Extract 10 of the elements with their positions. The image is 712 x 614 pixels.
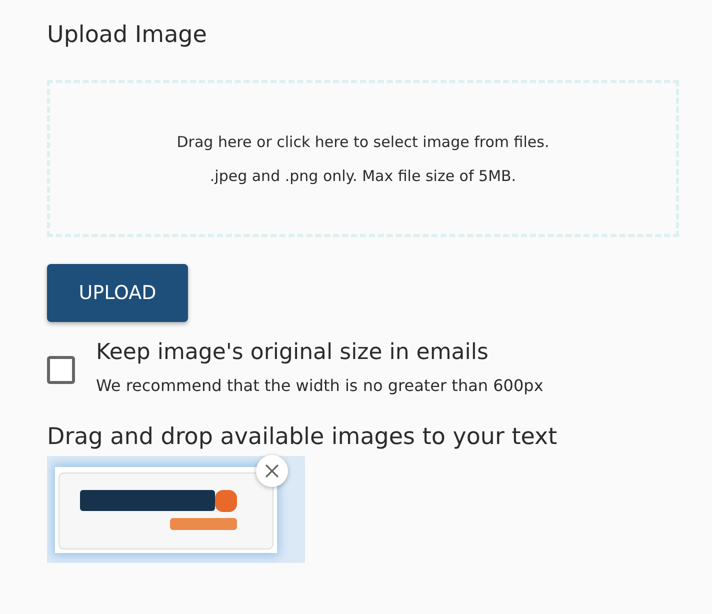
checkbox[interactable] xyxy=(47,356,75,384)
drop-zone[interactable]: Drag here or click here to select image from files. .jpeg and .png only. Max file size of 5MB. xyxy=(47,80,679,237)
images-heading: Drag and drop available images to your text xyxy=(47,423,558,452)
section-title: Upload Image xyxy=(47,21,208,50)
drop-zone-text: Drag here or click here to select image from files. xyxy=(176,132,550,152)
close-icon xyxy=(264,463,280,479)
checkbox-label: Keep image's original size in emails xyxy=(96,339,490,367)
hint-text: We recommend that the width is no greater than 600px xyxy=(96,376,544,396)
drop-zone-text: .jpeg and .png only. Max file size of 5MB. xyxy=(210,166,516,186)
upload-button[interactable]: UPLOAD xyxy=(47,264,188,322)
